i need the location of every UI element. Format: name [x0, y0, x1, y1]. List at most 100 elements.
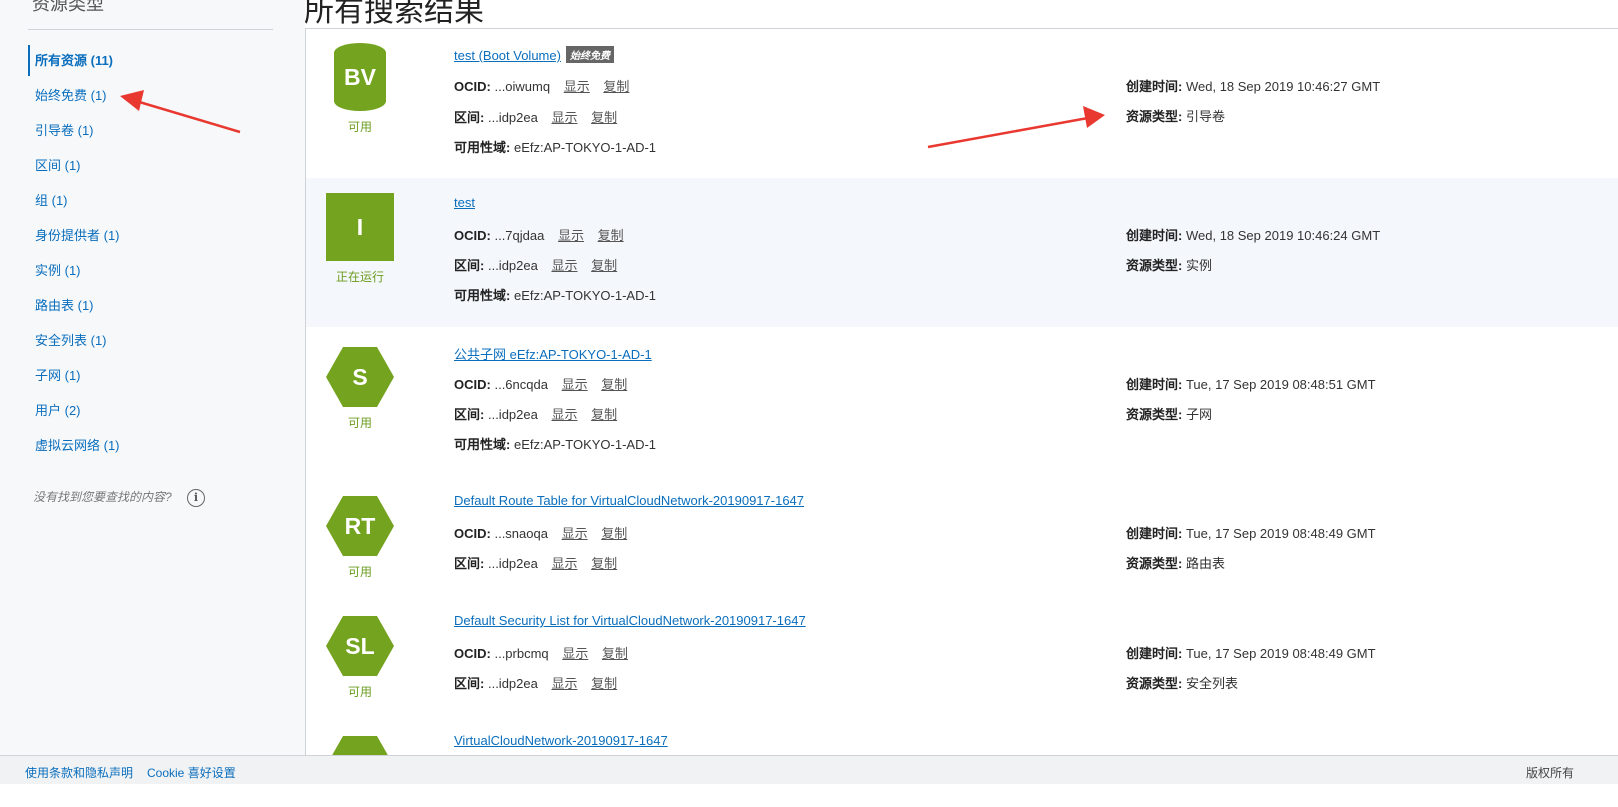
compartment-row: 区间: ...idp2ea 显示 复制: [454, 255, 617, 274]
sidebar-item-vcn[interactable]: 虚拟云网络 (1): [28, 428, 120, 463]
type-label: 资源类型:: [1126, 556, 1183, 571]
sidebar-item-group[interactable]: 组 (1): [28, 183, 120, 218]
show-ocid-button[interactable]: 显示: [562, 377, 588, 392]
ocid-row: OCID: ...prbcmq 显示 复制: [454, 643, 628, 662]
sidebar-item-boot-volume[interactable]: 引导卷 (1): [28, 113, 120, 148]
created-label: 创建时间:: [1126, 377, 1183, 392]
created-label: 创建时间:: [1126, 79, 1183, 94]
info-icon[interactable]: i: [187, 489, 205, 507]
copy-compartment-button[interactable]: 复制: [591, 676, 617, 691]
created-value: Wed, 18 Sep 2019 10:46:24 GMT: [1185, 228, 1381, 243]
resource-link[interactable]: test (Boot Volume) 始终免费: [454, 46, 614, 63]
show-ocid-button[interactable]: 显示: [564, 79, 590, 94]
created-label: 创建时间:: [1126, 646, 1183, 661]
ad-row: 可用性域: eEfz:AP-TOKYO-1-AD-1: [454, 434, 656, 453]
resource-type-list: 所有资源 (11) 始终免费 (1) 引导卷 (1) 区间 (1) 组 (1) …: [28, 43, 120, 463]
created-row: 创建时间: Wed, 18 Sep 2019 10:46:24 GMT: [1126, 225, 1380, 244]
sidebar-heading: 资源类型: [32, 0, 104, 14]
compartment-row: 区间: ...idp2ea 显示 复制: [454, 553, 617, 572]
compartment-row: 区间: ...idp2ea 显示 复制: [454, 404, 617, 423]
sidebar-item-route-table[interactable]: 路由表 (1): [28, 288, 120, 323]
copy-compartment-button[interactable]: 复制: [591, 110, 617, 125]
ad-value: eEfz:AP-TOKYO-1-AD-1: [513, 437, 657, 452]
resource-link[interactable]: Default Route Table for VirtualCloudNetw…: [454, 493, 804, 508]
status-label: 正在运行: [335, 270, 384, 284]
ocid-value: ...7qjdaa: [494, 228, 545, 243]
created-row: 创建时间: Tue, 17 Sep 2019 08:48:49 GMT: [1126, 643, 1376, 662]
created-row: 创建时间: Wed, 18 Sep 2019 10:46:27 GMT: [1126, 76, 1380, 95]
show-ocid-button[interactable]: 显示: [562, 526, 588, 541]
page-title: 所有搜索结果: [304, 0, 484, 28]
sidebar-item-always-free[interactable]: 始终免费 (1): [28, 78, 120, 113]
ad-row: 可用性域: eEfz:AP-TOKYO-1-AD-1: [454, 137, 656, 156]
badge-group: I 正在运行: [326, 193, 394, 285]
sidebar-item-subnet[interactable]: 子网 (1): [28, 358, 120, 393]
copyright-text: 版权所有: [1526, 766, 1575, 780]
resource-type-sidebar: 资源类型 所有资源 (11) 始终免费 (1) 引导卷 (1) 区间 (1) 组…: [0, 0, 305, 780]
ocid-label: OCID:: [454, 79, 491, 94]
compartment-row: 区间: ...idp2ea 显示 复制: [454, 673, 617, 692]
resource-link[interactable]: VirtualCloudNetwork-20190917-1647: [454, 733, 668, 748]
help-text: 没有找到您要查找的内容?: [33, 490, 172, 504]
result-card-subnet: S 可用 公共子网 eEfz:AP-TOKYO-1-AD-1 OCID: ...…: [306, 327, 1618, 477]
subnet-icon: S: [326, 347, 394, 407]
copy-ocid-button[interactable]: 复制: [601, 526, 627, 541]
ocid-label: OCID:: [454, 646, 491, 661]
created-value: Tue, 17 Sep 2019 08:48:49 GMT: [1185, 646, 1376, 661]
status-label: 可用: [347, 120, 372, 134]
status-label: 可用: [347, 685, 372, 699]
cookie-preferences-link[interactable]: Cookie 喜好设置: [147, 764, 236, 781]
ocid-label: OCID:: [454, 228, 491, 243]
ad-label: 可用性域:: [454, 437, 511, 452]
resource-link[interactable]: test: [454, 195, 475, 210]
compartment-label: 区间:: [454, 556, 485, 571]
sidebar-item-all-resources[interactable]: 所有资源 (11): [28, 43, 120, 78]
sidebar-item-compartment[interactable]: 区间 (1): [28, 148, 120, 183]
type-row: 资源类型: 实例: [1126, 255, 1212, 274]
badge-group: S 可用: [326, 347, 394, 431]
resource-name[interactable]: test (Boot Volume): [454, 48, 561, 63]
show-ocid-button[interactable]: 显示: [562, 646, 588, 661]
show-compartment-button[interactable]: 显示: [551, 407, 577, 422]
type-value: 实例: [1185, 258, 1212, 273]
show-compartment-button[interactable]: 显示: [551, 110, 577, 125]
ad-label: 可用性域:: [454, 288, 511, 303]
show-ocid-button[interactable]: 显示: [558, 228, 584, 243]
copy-compartment-button[interactable]: 复制: [591, 407, 617, 422]
ocid-row: OCID: ...oiwumq 显示 复制: [454, 76, 629, 95]
ocid-label: OCID:: [454, 526, 491, 541]
ocid-row: OCID: ...6ncqda 显示 复制: [454, 374, 627, 393]
ocid-label: OCID:: [454, 377, 491, 392]
copy-compartment-button[interactable]: 复制: [591, 258, 617, 273]
sidebar-item-security-list[interactable]: 安全列表 (1): [28, 323, 120, 358]
type-value: 引导卷: [1185, 109, 1225, 124]
copy-ocid-button[interactable]: 复制: [602, 646, 628, 661]
type-row: 资源类型: 安全列表: [1126, 673, 1238, 692]
resource-link[interactable]: 公共子网 eEfz:AP-TOKYO-1-AD-1: [454, 344, 652, 363]
type-label: 资源类型:: [1126, 109, 1183, 124]
created-value: Wed, 18 Sep 2019 10:46:27 GMT: [1185, 79, 1381, 94]
copy-ocid-button[interactable]: 复制: [603, 79, 629, 94]
type-value: 路由表: [1185, 556, 1225, 571]
sidebar-item-instance[interactable]: 实例 (1): [28, 253, 120, 288]
copy-ocid-button[interactable]: 复制: [598, 228, 624, 243]
show-compartment-button[interactable]: 显示: [551, 556, 577, 571]
status-label: 可用: [347, 416, 372, 430]
result-card-boot-volume: BV 可用 test (Boot Volume) 始终免费 OCID: ...oi…: [306, 29, 1618, 179]
always-free-tag: 始终免费: [565, 46, 614, 63]
sidebar-item-user[interactable]: 用户 (2): [28, 393, 120, 428]
ocid-row: OCID: ...snaoqa 显示 复制: [454, 523, 627, 542]
copy-ocid-button[interactable]: 复制: [601, 377, 627, 392]
ocid-row: OCID: ...7qjdaa 显示 复制: [454, 225, 624, 244]
compartment-value: ...idp2ea: [487, 407, 538, 422]
copy-compartment-button[interactable]: 复制: [591, 556, 617, 571]
resource-link[interactable]: Default Security List for VirtualCloudNe…: [454, 613, 806, 628]
created-label: 创建时间:: [1126, 228, 1183, 243]
show-compartment-button[interactable]: 显示: [551, 258, 577, 273]
terms-link[interactable]: 使用条款和隐私声明: [25, 764, 133, 781]
ocid-value: ...6ncqda: [494, 377, 548, 392]
compartment-value: ...idp2ea: [487, 556, 538, 571]
sidebar-item-identity-provider[interactable]: 身份提供者 (1): [28, 218, 120, 253]
compartment-value: ...idp2ea: [487, 676, 538, 691]
show-compartment-button[interactable]: 显示: [551, 676, 577, 691]
